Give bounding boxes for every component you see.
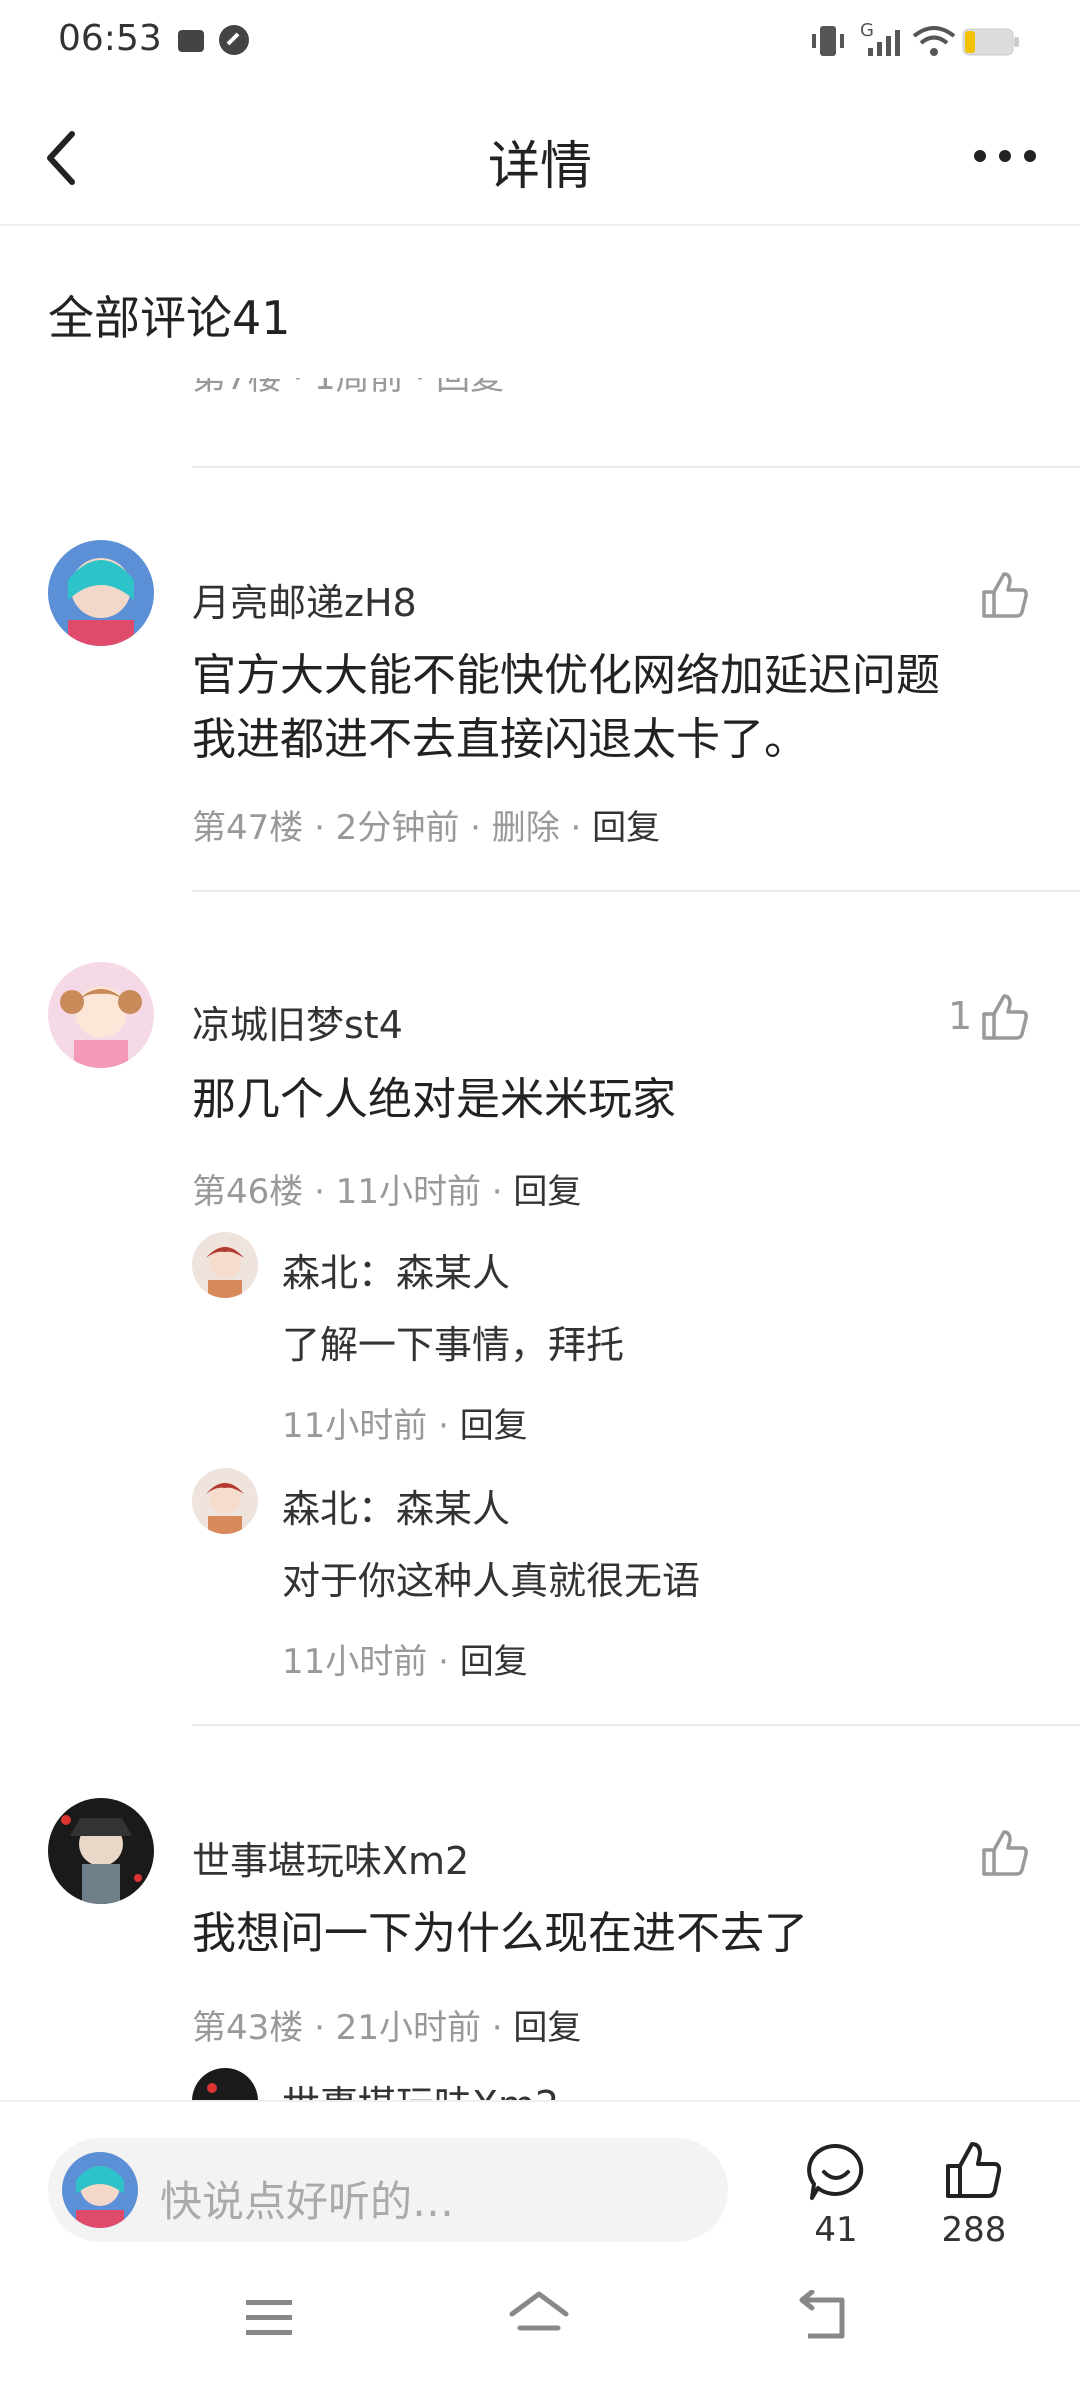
like-icon[interactable] — [944, 2140, 1004, 2200]
partial-comment-meta: 第7楼 · 1周前 · 回复 — [192, 378, 504, 414]
reply-time: 11小时前 · — [282, 1406, 460, 1446]
avatar[interactable] — [48, 540, 154, 646]
reply-author[interactable]: 森北：森某人 — [282, 1478, 510, 1533]
reply-link[interactable]: 回复 — [513, 1172, 581, 1212]
comment-meta: 第47楼 · 2分钟前 · 删除 · 回复 — [192, 800, 660, 849]
reply-avatar[interactable] — [192, 1468, 258, 1534]
like-icon[interactable] — [980, 570, 1030, 620]
menu-icon[interactable] — [244, 2296, 296, 2340]
avatar-image — [192, 1232, 258, 1298]
comment-author[interactable]: 月亮邮递zH8 — [192, 572, 417, 627]
app-badge-icon — [219, 25, 249, 55]
reply-meta: 11小时前 · 回复 — [282, 1634, 528, 1683]
comment-text: 官方大大能不能快优化网络加延迟问题 — [192, 650, 940, 701]
reply-link[interactable]: 回复 — [460, 1642, 528, 1682]
signal-icon — [868, 30, 900, 56]
like-icon[interactable] — [980, 992, 1030, 1042]
comment-meta: 第46楼 · 11小时前 · 回复 — [192, 1164, 581, 1213]
like-icon[interactable] — [980, 1828, 1030, 1878]
divider — [192, 466, 1080, 468]
comment-meta: 第43楼 · 21小时前 · 回复 — [192, 2000, 581, 2049]
battery-icon — [962, 28, 1019, 56]
reply-text: 对于你这种人真就很无语 — [282, 1559, 701, 1603]
wifi-icon — [912, 26, 956, 56]
avatar-image — [48, 540, 154, 646]
comment-author[interactable]: 世事堪玩味Xm2 — [192, 1830, 469, 1885]
reply-author: 世事堪玩味Xm2 — [282, 2074, 559, 2100]
comment-icon[interactable] — [806, 2142, 866, 2202]
comment-text: 我想问一下为什么现在进不去了 — [192, 1908, 808, 1959]
reply-meta: 11小时前 · 回复 — [282, 1398, 528, 1447]
my-avatar — [62, 2152, 138, 2228]
reply-text: 了解一下事情，拜托 — [282, 1323, 625, 1367]
reply-time: 11小时前 · — [282, 1642, 460, 1682]
reply-avatar — [192, 2068, 258, 2100]
more-icon[interactable] — [970, 144, 1040, 168]
reply-link[interactable]: 回复 — [592, 808, 660, 848]
comment-count[interactable]: 41 — [776, 2210, 896, 2250]
avatar-image — [192, 1468, 258, 1534]
system-nav-bar — [0, 2250, 1080, 2408]
divider — [192, 890, 1080, 892]
avatar-image — [48, 962, 154, 1068]
like-count[interactable]: 288 — [914, 2210, 1034, 2250]
like-count: 1 — [948, 994, 973, 1038]
avatar-image — [48, 1798, 154, 1904]
comments-section-title: 全部评论41 — [48, 291, 291, 345]
reply-avatar[interactable] — [192, 1232, 258, 1298]
reply-link[interactable]: 回复 — [460, 1406, 528, 1446]
reply-author[interactable]: 森北：森某人 — [282, 1242, 510, 1297]
divider — [192, 1724, 1080, 1726]
comment-text: 我进都进不去直接闪退太卡了。 — [192, 714, 808, 765]
comment-floor-time: 第47楼 · 2分钟前 · 删除 · — [192, 808, 593, 848]
home-icon[interactable] — [508, 2290, 570, 2342]
comment-author[interactable]: 凉城旧梦st4 — [192, 994, 403, 1049]
comment-text: 那几个人绝对是米米玩家 — [192, 1074, 676, 1125]
reply-link[interactable]: 回复 — [513, 2008, 581, 2048]
comment-floor-time: 第43楼 · 21小时前 · — [192, 2008, 514, 2048]
comment-input-placeholder[interactable]: 快说点好听的… — [160, 2168, 454, 2229]
avatar-image — [62, 2152, 138, 2228]
avatar[interactable] — [48, 962, 154, 1068]
message-icon — [178, 30, 204, 52]
back-icon[interactable] — [798, 2290, 850, 2342]
comment-input-bar: 快说点好听的… 41 288 — [0, 2100, 1080, 2250]
avatar[interactable] — [48, 1798, 154, 1904]
top-app-bar: 详情 — [0, 84, 1080, 226]
vibrate-icon — [812, 26, 844, 56]
partial-reply: 世事堪玩味Xm2 — [192, 2068, 892, 2100]
status-time: 06:53 — [58, 18, 162, 59]
status-bar: 06:53 G — [0, 0, 1080, 84]
page-title: 详情 — [487, 137, 592, 197]
partial-meta-text: 第7楼 · 1周前 · 回复 — [192, 378, 505, 398]
comment-floor-time: 第46楼 · 11小时前 · — [192, 1172, 514, 1212]
